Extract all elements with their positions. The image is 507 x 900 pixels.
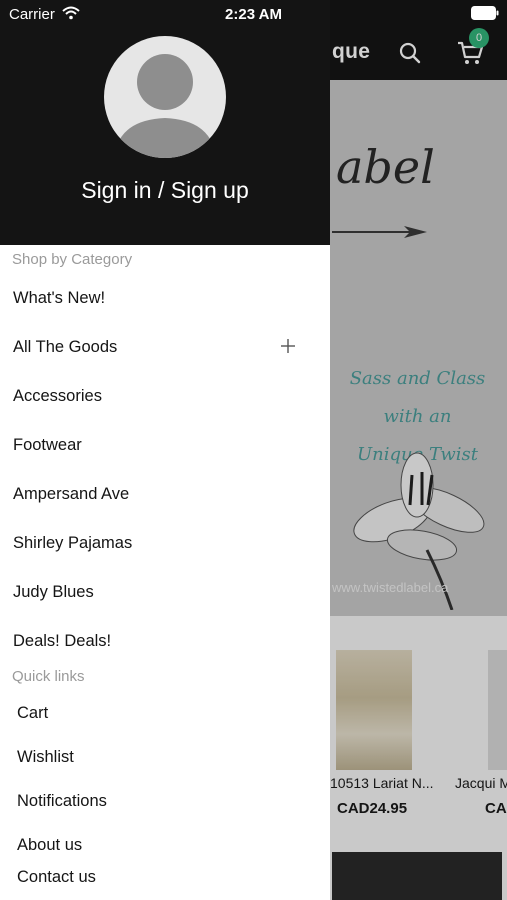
quick-link-label: Wishlist [17,748,74,766]
category-item-judy-blues[interactable]: Judy Blues [0,573,330,613]
quick-link-label: Notifications [17,792,107,810]
category-item-all-the-goods[interactable]: All The Goods [0,328,330,368]
category-label: What's New! [13,289,106,307]
category-label: Judy Blues [13,583,94,601]
sign-in-sign-up-link[interactable]: Sign in / Sign up [0,177,330,204]
clock-time: 2:23 AM [225,6,282,23]
quick-link-label: Contact us [17,868,96,886]
quick-link-wishlist[interactable]: Wishlist [0,740,330,776]
category-label: Footwear [13,436,82,454]
quick-link-label: About us [17,836,83,854]
category-item-whats-new[interactable]: What's New! [0,279,330,319]
status-bar: Carrier 2:23 AM [0,0,507,26]
quick-link-contact-us[interactable]: Contact us [0,860,330,896]
shop-by-category-heading: Shop by Category [12,251,133,268]
quick-link-cart[interactable]: Cart [0,696,330,732]
navigation-drawer: Sign in / Sign up Shop by Category What'… [0,0,330,900]
avatar-silhouette [114,54,216,158]
category-label: Accessories [13,387,102,405]
user-avatar-icon[interactable] [104,36,226,158]
category-label: Ampersand Ave [13,485,130,503]
category-item-footwear[interactable]: Footwear [0,426,330,466]
category-label: Deals! Deals! [13,632,112,650]
category-item-ampersand-ave[interactable]: Ampersand Ave [0,475,330,515]
category-item-shirley-pajamas[interactable]: Shirley Pajamas [0,524,330,564]
category-item-deals[interactable]: Deals! Deals! [0,622,330,662]
category-label: Shirley Pajamas [13,534,133,552]
drawer-dim-overlay[interactable] [330,0,507,900]
quick-link-label: Cart [17,704,49,722]
category-label: All The Goods [13,338,118,356]
quick-link-about-us[interactable]: About us [0,828,330,864]
battery-icon [471,6,499,20]
quick-link-notifications[interactable]: Notifications [0,784,330,820]
category-item-accessories[interactable]: Accessories [0,377,330,417]
quick-links-heading: Quick links [12,668,85,685]
drawer-header: Sign in / Sign up [0,0,330,245]
plus-icon[interactable] [280,338,296,354]
